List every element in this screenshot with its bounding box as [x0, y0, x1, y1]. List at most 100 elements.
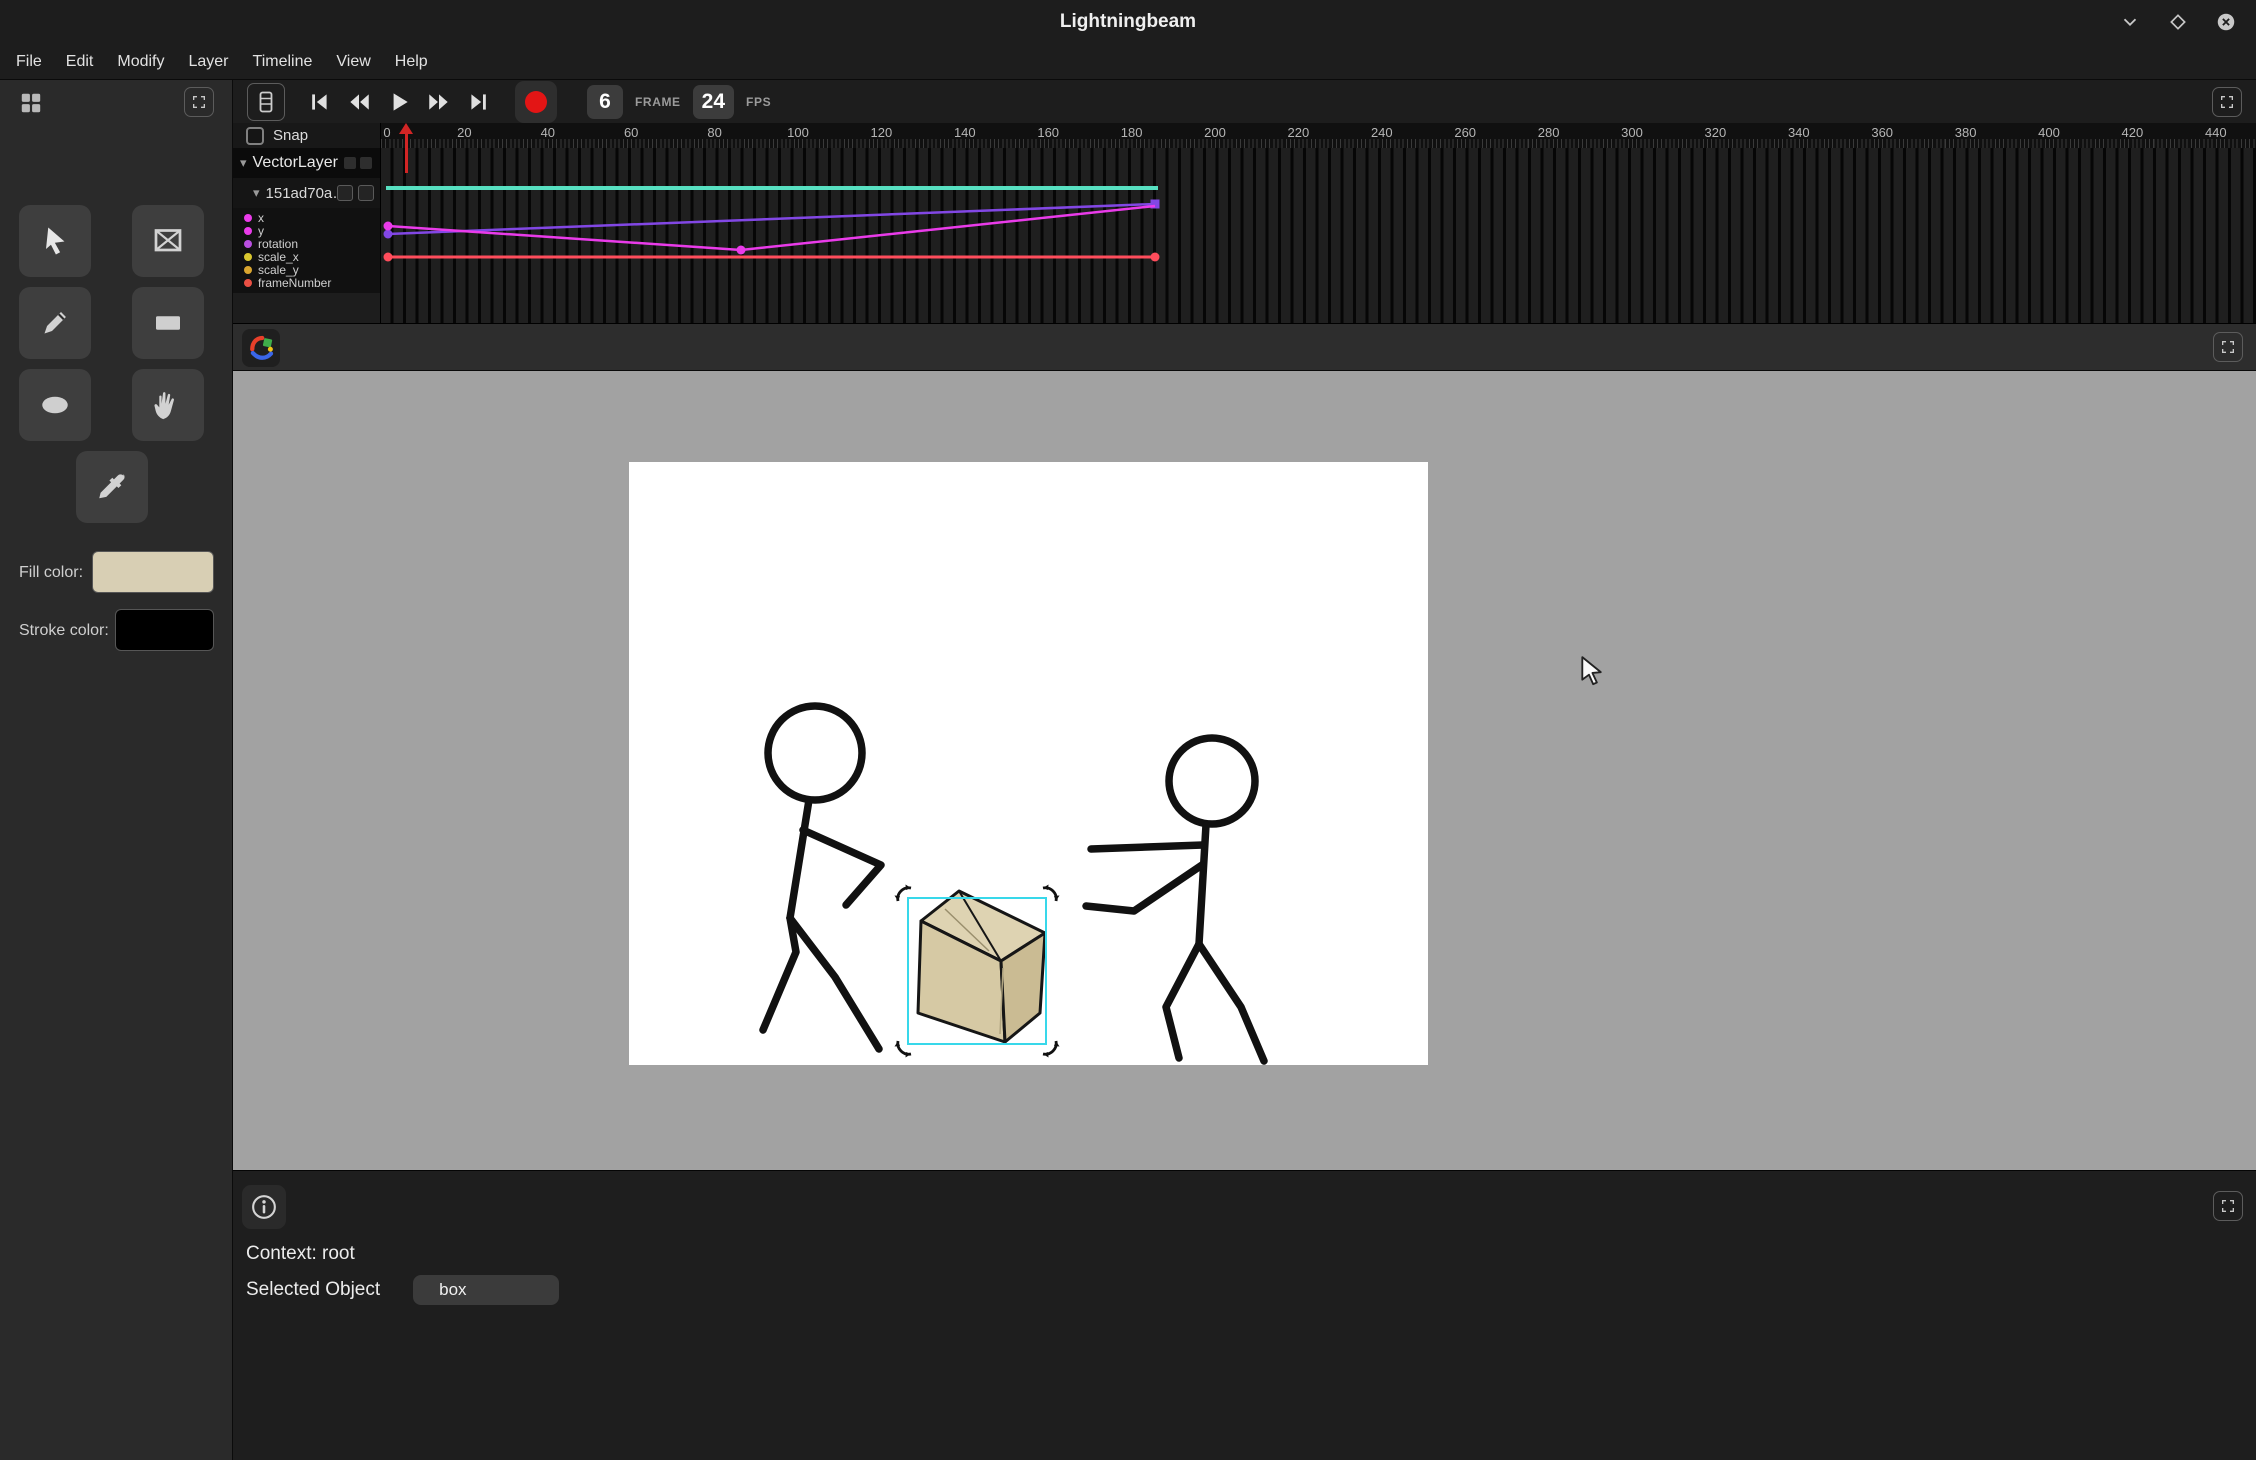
box-object[interactable]: [918, 891, 1045, 1042]
keyframe-color-dot: [244, 253, 252, 261]
menu-view[interactable]: View: [336, 53, 370, 71]
select-tool-button[interactable]: [19, 205, 91, 277]
layer-name: VectorLayer: [253, 154, 338, 172]
timeline-tracks[interactable]: 0204060801001201401601802002202402602803…: [381, 123, 2256, 323]
hand-icon: [150, 387, 186, 423]
app-logo-button[interactable]: [242, 329, 280, 367]
fill-color-swatch[interactable]: [92, 551, 214, 593]
selected-object-label: Selected Object: [246, 1279, 380, 1301]
play-button[interactable]: [383, 86, 415, 118]
transform-tool-button[interactable]: [132, 205, 204, 277]
property-name: scale_x: [258, 251, 299, 263]
inspector-expand-button[interactable]: [2213, 1191, 2243, 1221]
property-row-scale_y[interactable]: scale_y: [233, 263, 380, 276]
ellipse-tool-button[interactable]: [19, 369, 91, 441]
rewind-button[interactable]: [343, 86, 375, 118]
property-row-scale_x[interactable]: scale_x: [233, 250, 380, 263]
sublayer-buttons: [337, 185, 374, 201]
stroke-color-swatch[interactable]: [115, 609, 214, 651]
maximize-button[interactable]: [2164, 8, 2192, 36]
skip-start-button[interactable]: [303, 86, 335, 118]
property-row-frameNumber[interactable]: frameNumber: [233, 276, 380, 289]
close-button[interactable]: [2212, 8, 2240, 36]
fullscreen-icon: [2220, 1198, 2236, 1214]
snap-checkbox[interactable]: [246, 127, 264, 145]
ruler-tick-100: 100: [787, 125, 809, 140]
property-row-rotation[interactable]: rotation: [233, 237, 380, 250]
sublayer-name: 151ad70a…: [266, 185, 348, 202]
rotation-curve-keyframe-dot: [384, 230, 393, 239]
sublayer-option-icon[interactable]: [337, 185, 353, 201]
layer-visibility-icon[interactable]: [344, 157, 356, 169]
menu-layer[interactable]: Layer: [188, 53, 228, 71]
record-button[interactable]: [515, 81, 557, 123]
tools-expand-button[interactable]: [184, 87, 214, 117]
collapse-triangle-icon[interactable]: ▾: [253, 185, 260, 201]
ruler-tick-200: 200: [1204, 125, 1226, 140]
menu-modify[interactable]: Modify: [117, 53, 164, 71]
position-curve-keyframe-dot: [384, 222, 393, 231]
sublayer-row[interactable]: ▾ 151ad70a…: [233, 178, 380, 208]
timeline-panel: 6 FRAME 24 FPS Snap ▾ VectorLayer: [233, 80, 2256, 324]
fast-forward-button[interactable]: [423, 86, 455, 118]
fps-input[interactable]: 24: [693, 85, 734, 119]
ruler-tick-280: 280: [1538, 125, 1560, 140]
keyframe-color-dot: [244, 227, 252, 235]
position-curve-keyframe-dot: [737, 246, 746, 255]
ruler-tick-360: 360: [1871, 125, 1893, 140]
layer-row-vectorlayer[interactable]: ▾ VectorLayer: [233, 148, 380, 178]
ruler-tick-140: 140: [954, 125, 976, 140]
pencil-tool-button[interactable]: [19, 287, 91, 359]
layer-lock-icon[interactable]: [360, 157, 372, 169]
ruler-tick-220: 220: [1288, 125, 1310, 140]
keyframe-color-dot: [244, 240, 252, 248]
canvas-area[interactable]: [233, 371, 2256, 1170]
hand-tool-button[interactable]: [132, 369, 204, 441]
ruler-tick-120: 120: [871, 125, 893, 140]
info-button[interactable]: [242, 1185, 286, 1229]
property-row-x[interactable]: x: [233, 211, 380, 224]
filmstrip-icon: [254, 90, 278, 114]
record-icon: [525, 91, 547, 113]
sublayer-option-icon[interactable]: [358, 185, 374, 201]
timeline-body: Snap ▾ VectorLayer ▾ 151ad70a…: [233, 123, 2256, 323]
selected-object-dropdown[interactable]: box: [413, 1275, 559, 1305]
ruler-tick-380: 380: [1955, 125, 1977, 140]
timeline-expand-button[interactable]: [2212, 87, 2242, 117]
menu-help[interactable]: Help: [395, 53, 428, 71]
stick-figure-left[interactable]: [763, 706, 881, 1049]
playhead-line: [405, 133, 408, 173]
rewind-icon: [346, 89, 372, 115]
fps-unit-label: FPS: [746, 95, 771, 109]
grid-icon: [18, 90, 44, 116]
rectangle-tool-button[interactable]: [132, 287, 204, 359]
panel-grid-button[interactable]: [14, 86, 48, 120]
minimize-button[interactable]: [2116, 8, 2144, 36]
canvas-expand-button[interactable]: [2213, 332, 2243, 362]
menu-timeline[interactable]: Timeline: [253, 53, 313, 71]
eyedropper-tool-button[interactable]: [76, 451, 148, 523]
skip-end-button[interactable]: [463, 86, 495, 118]
property-row-y[interactable]: y: [233, 224, 380, 237]
timeline-ruler[interactable]: 0204060801001201401601802002202402602803…: [381, 123, 2256, 148]
ruler-tick-340: 340: [1788, 125, 1810, 140]
position-curve: [388, 206, 1155, 250]
filmstrip-button[interactable]: [247, 83, 285, 121]
frame-number-input[interactable]: 6: [587, 85, 623, 119]
ruler-tick-80: 80: [707, 125, 721, 140]
stage-drawing[interactable]: [629, 462, 1428, 1065]
stage[interactable]: [629, 462, 1428, 1065]
stick-figure-right[interactable]: [1086, 738, 1264, 1061]
info-icon: [250, 1193, 278, 1221]
chevron-down-icon: [2119, 11, 2141, 33]
ruler-tick-180: 180: [1121, 125, 1143, 140]
lightningbeam-logo-icon: [246, 333, 276, 363]
play-icon: [386, 89, 412, 115]
menu-edit[interactable]: Edit: [66, 53, 94, 71]
window-title: Lightningbeam: [0, 0, 2256, 44]
ruler-tick-40: 40: [541, 125, 555, 140]
collapse-triangle-icon[interactable]: ▾: [240, 155, 247, 171]
menu-file[interactable]: File: [16, 53, 42, 71]
stroke-color-label: Stroke color:: [19, 622, 109, 640]
keyframe-curves[interactable]: [381, 148, 2256, 323]
